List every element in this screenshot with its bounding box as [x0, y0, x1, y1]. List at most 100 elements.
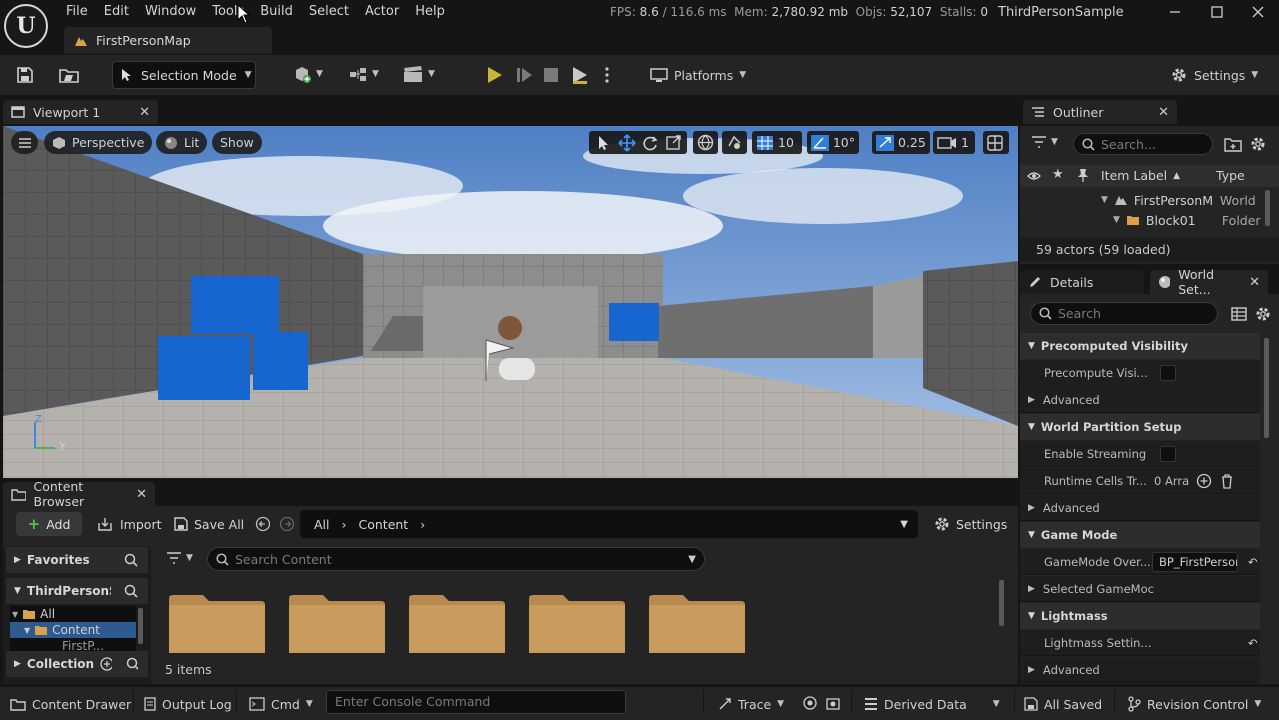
rotation-snap-button[interactable]: 10° — [807, 131, 859, 154]
forward-arrow-icon[interactable] — [279, 516, 295, 532]
outliner-tab[interactable]: Outliner ✕ — [1023, 100, 1177, 124]
details-search-input[interactable]: Search — [1030, 302, 1218, 325]
type-column-header[interactable]: Type — [1216, 168, 1245, 183]
more-options-icon[interactable] — [601, 66, 613, 84]
derived-data-dropdown[interactable]: Derived Data ▼ — [864, 694, 1000, 714]
search-icon[interactable] — [124, 584, 138, 598]
breadcrumb-content[interactable]: Content — [359, 517, 409, 532]
platforms-dropdown[interactable]: Platforms ▼ — [650, 62, 746, 88]
trace-dropdown[interactable]: Trace ▼ — [718, 694, 784, 714]
cinematics-button[interactable]: ▼ — [402, 64, 435, 84]
record-icon[interactable] — [803, 696, 817, 710]
property-row[interactable]: Lightmass Settin... ↶ — [1020, 630, 1260, 656]
advanced-expander[interactable]: ▶ Advanced — [1020, 387, 1260, 413]
menu-edit[interactable]: Edit — [96, 1, 137, 23]
gear-icon[interactable] — [1250, 136, 1266, 152]
outliner-row[interactable]: ▼ Block01 Folder — [1113, 211, 1263, 229]
scale-icon[interactable] — [664, 134, 684, 152]
add-element-icon[interactable] — [1196, 473, 1212, 489]
save-icon[interactable] — [16, 66, 34, 84]
perspective-button[interactable]: Perspective — [44, 131, 153, 154]
advanced-expander[interactable]: ▶ Selected GameMoc — [1020, 576, 1260, 602]
show-button[interactable]: Show — [212, 131, 262, 154]
minimize-button[interactable] — [1154, 0, 1196, 24]
close-icon[interactable]: ✕ — [136, 487, 147, 502]
table-view-icon[interactable] — [1231, 307, 1247, 321]
grid-snap-button[interactable]: 10 — [752, 131, 802, 154]
folder-icon[interactable] — [529, 593, 625, 653]
camera-speed-button[interactable]: 1 — [933, 131, 975, 154]
import-button[interactable]: Import — [98, 512, 162, 536]
content-browser-icon[interactable] — [58, 66, 80, 84]
outliner-filter-button[interactable]: ▼ — [1031, 135, 1058, 149]
tree-item-content[interactable]: ▼ Content — [10, 622, 136, 638]
folder-icon[interactable] — [169, 593, 265, 653]
viewport-options-button[interactable] — [11, 131, 38, 154]
play-icon[interactable] — [486, 65, 504, 85]
rotate-icon[interactable] — [640, 134, 660, 152]
content-drawer-button[interactable]: Content Drawer — [10, 694, 131, 714]
details-section[interactable]: ▼ Precomputed Visibility — [1020, 333, 1260, 359]
settings-dropdown[interactable]: Settings ▼ — [1170, 62, 1258, 88]
details-section[interactable]: ▼ Lightmass — [1020, 603, 1260, 629]
tree-scrollbar[interactable] — [138, 608, 143, 644]
property-checkbox[interactable] — [1160, 445, 1176, 462]
content-search-input[interactable]: Search Content ▼ — [207, 547, 705, 571]
reset-icon[interactable]: ↶ — [1248, 555, 1258, 569]
folder-icon[interactable] — [409, 593, 505, 653]
trash-icon[interactable] — [1220, 473, 1234, 489]
world-local-toggle[interactable] — [693, 131, 718, 154]
maximize-button[interactable] — [1196, 0, 1238, 24]
add-button[interactable]: + Add — [16, 512, 82, 536]
close-icon[interactable]: ✕ — [1158, 105, 1169, 120]
menu-file[interactable]: File — [58, 1, 96, 23]
viewport-layout-button[interactable] — [983, 131, 1009, 154]
viewport-tab[interactable]: Viewport 1 ✕ — [3, 100, 158, 124]
outliner-scrollbar[interactable] — [1265, 190, 1270, 226]
outliner-row[interactable]: ▼ FirstPersonM World — [1101, 191, 1261, 209]
details-section[interactable]: ▼ Game Mode — [1020, 522, 1260, 548]
world-settings-tab[interactable]: World Set... ✕ — [1150, 267, 1268, 297]
pin-icon[interactable] — [1077, 168, 1089, 182]
add-collection-icon[interactable] — [100, 657, 113, 671]
advanced-expander[interactable]: ▶ Advanced — [1020, 657, 1260, 683]
scale-snap-button[interactable]: 0.25 — [872, 131, 930, 154]
cmd-dropdown[interactable]: Cmd ▼ — [249, 694, 313, 714]
cb-settings-button[interactable]: Settings — [934, 512, 1007, 536]
translate-icon[interactable] — [617, 133, 637, 152]
close-icon[interactable]: ✕ — [1249, 275, 1260, 290]
tree-item-all[interactable]: ▼ All — [10, 606, 136, 622]
menu-build[interactable]: Build — [252, 1, 301, 23]
lit-button[interactable]: Lit — [156, 131, 208, 154]
chevron-down-icon[interactable]: ▼ — [900, 519, 908, 530]
console-command-input[interactable]: Enter Console Command — [326, 690, 626, 714]
favorite-star-icon[interactable]: ★ — [1052, 167, 1064, 182]
advanced-expander[interactable]: ▶ Advanced — [1020, 495, 1260, 521]
visibility-eye-icon[interactable] — [1027, 170, 1041, 182]
folder-icon[interactable] — [649, 593, 745, 653]
menu-window[interactable]: Window — [137, 1, 204, 23]
gear-icon[interactable] — [1255, 306, 1271, 322]
outliner-search-input[interactable]: Search... — [1073, 133, 1213, 155]
favorites-section[interactable]: ▶ Favorites — [6, 547, 148, 573]
property-row[interactable]: Runtime Cells Tr... 0 Arra — [1020, 468, 1260, 494]
item-label-column[interactable]: Item Label ▲ — [1101, 168, 1180, 183]
content-browser-tab[interactable]: Content Browser ✕ — [3, 479, 155, 509]
level-tab[interactable]: FirstPersonMap — [64, 27, 272, 54]
search-icon[interactable] — [124, 553, 138, 567]
content-scrollbar[interactable] — [999, 580, 1004, 626]
property-row[interactable]: GameMode Over... BP_FirstPerson ↶ — [1020, 549, 1260, 575]
breadcrumb-all[interactable]: All — [314, 517, 330, 532]
surface-snap-toggle[interactable] — [722, 131, 747, 154]
property-row[interactable]: Enable Streaming — [1020, 441, 1260, 467]
advance-frame-icon[interactable] — [515, 65, 533, 85]
selection-mode-dropdown[interactable]: Selection Mode ▼ — [112, 61, 256, 89]
snapshot-icon[interactable] — [826, 696, 840, 710]
content-filter-button[interactable]: ▼ — [166, 551, 193, 565]
details-section[interactable]: ▼ World Partition Setup — [1020, 414, 1260, 440]
save-all-button[interactable]: Save All — [174, 512, 244, 536]
property-row[interactable]: Precompute Visi... — [1020, 360, 1260, 386]
eject-icon[interactable] — [570, 64, 590, 86]
details-tab[interactable]: Details — [1020, 270, 1144, 294]
search-icon[interactable] — [126, 657, 138, 671]
